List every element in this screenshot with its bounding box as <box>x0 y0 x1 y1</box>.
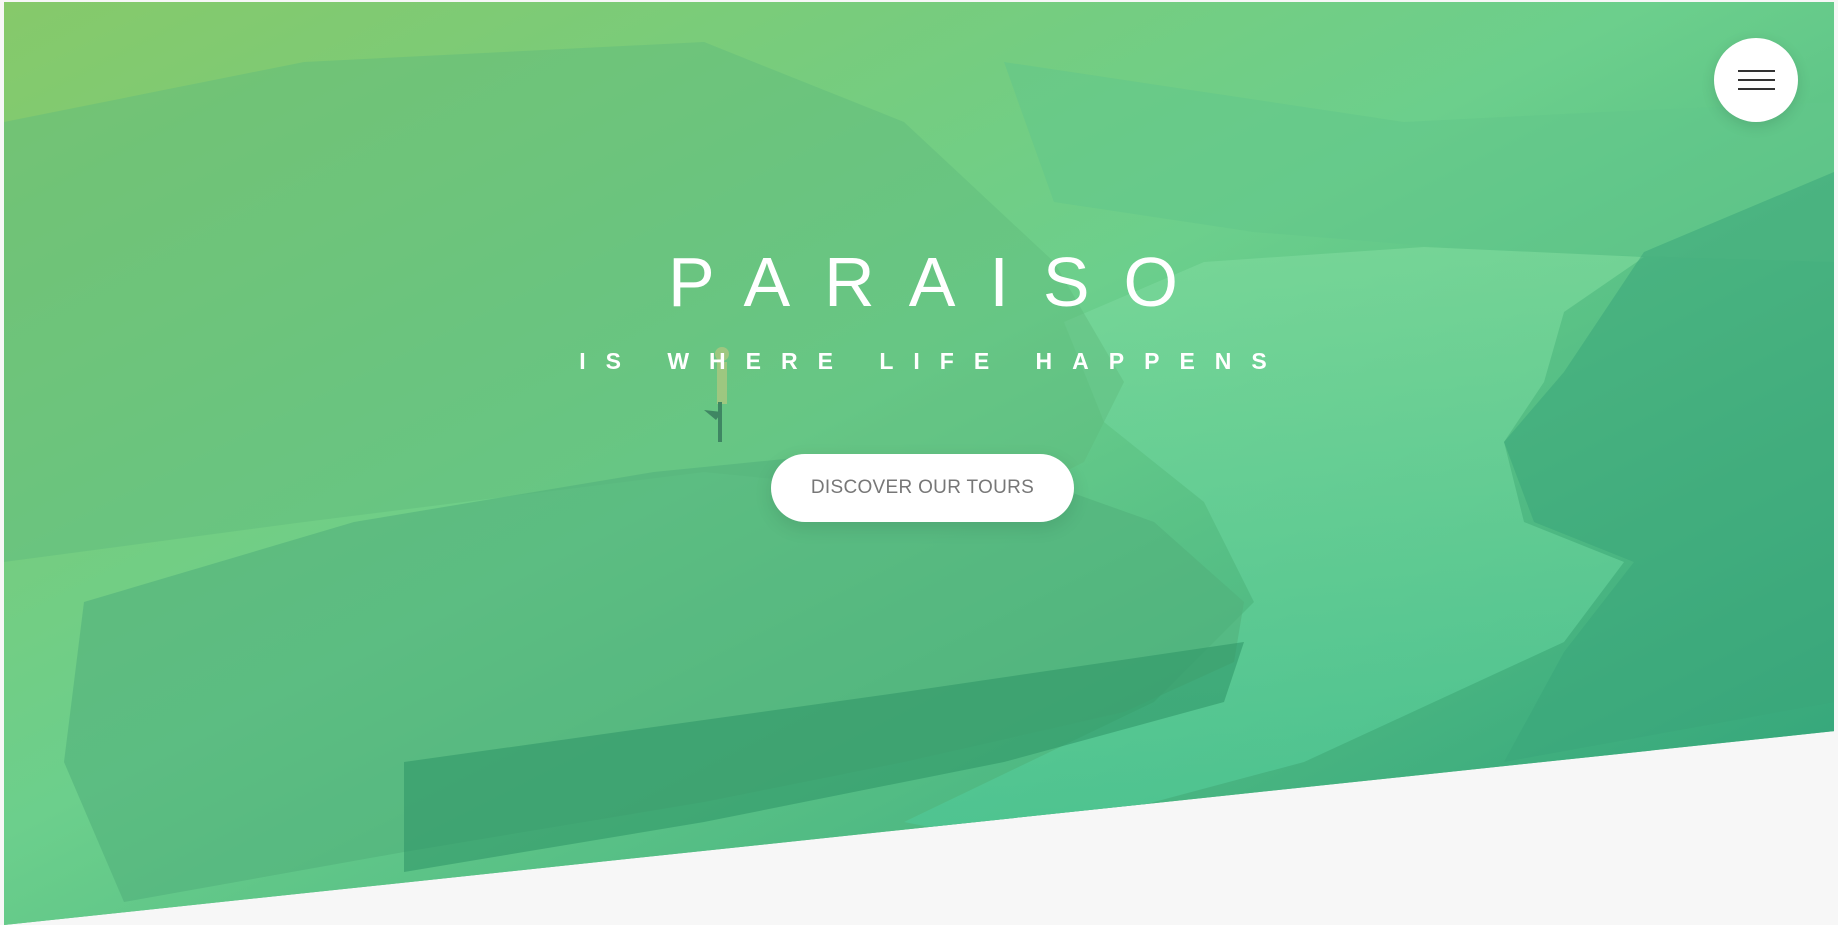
hamburger-menu-icon <box>1738 70 1775 72</box>
menu-button[interactable] <box>1714 38 1798 122</box>
hamburger-menu-icon <box>1738 79 1775 81</box>
page: PARAISO IS WHERE LIFE HAPPENS DISCOVER O… <box>0 0 1838 925</box>
hero-section: PARAISO IS WHERE LIFE HAPPENS DISCOVER O… <box>4 2 1834 925</box>
hero-subtitle: IS WHERE LIFE HAPPENS <box>579 348 1287 374</box>
hero-title: PARAISO <box>667 243 1212 321</box>
hamburger-menu-icon <box>1738 88 1775 90</box>
discover-tours-button[interactable]: DISCOVER OUR TOURS <box>771 454 1074 522</box>
